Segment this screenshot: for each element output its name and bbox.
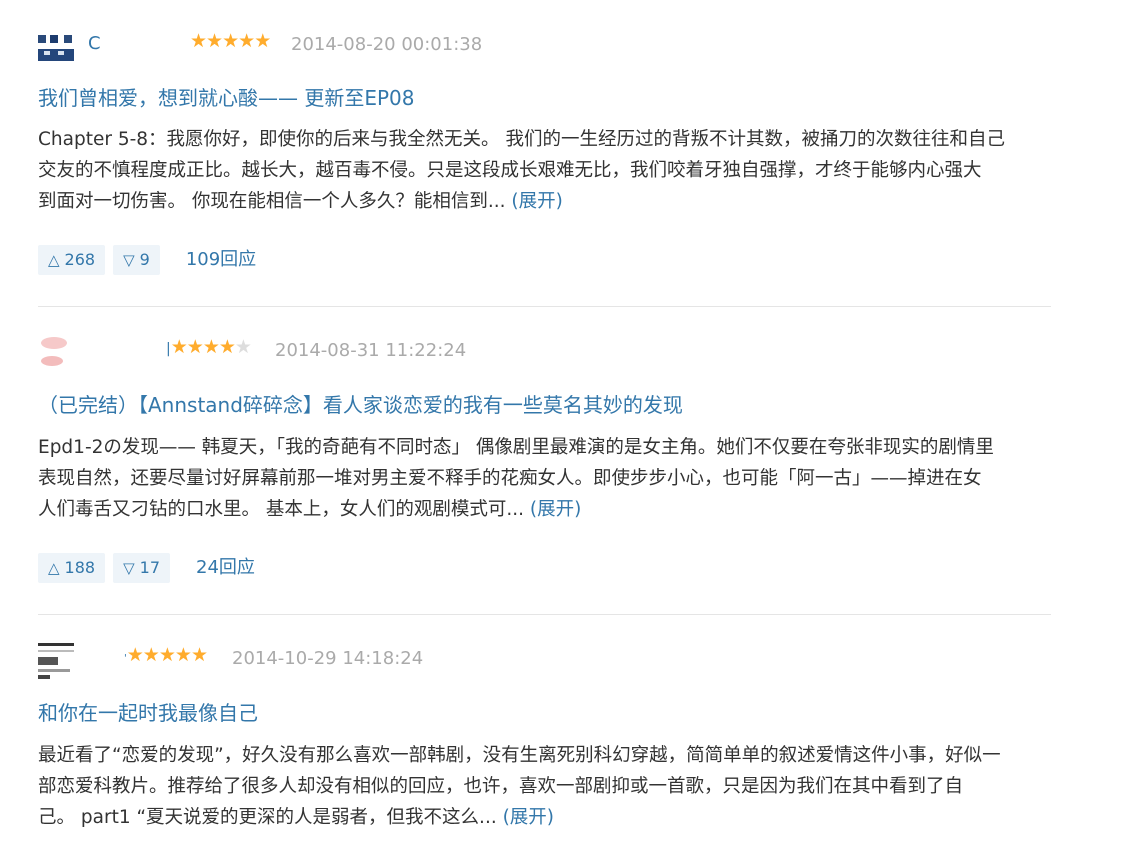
excerpt-line: 最近看了“恋爱的发现”，好久没有那么喜欢一部韩剧，没有生离死别科幻穿越，简简单单… — [38, 745, 1001, 766]
divider — [38, 614, 1051, 615]
excerpt-text: 人们毒舌又刁钻的口水里。 基本上，女人们的观剧模式可... — [38, 499, 525, 520]
thumbs-down-triangle-icon: ▽ — [123, 559, 135, 577]
review-title[interactable]: （已完结）【Annstand碎碎念】看人家谈恋爱的我有一些莫名其妙的发现 — [38, 389, 683, 418]
excerpt-text: 到面对一切伤害。 你现在能相信一个人多久？能相信到... — [38, 191, 506, 212]
star-icon: ★ — [218, 336, 236, 358]
review-excerpt: Chapter 5-8：我愿你好，即使你的后来与我全然无关。 我们的一生经历过的… — [38, 124, 1051, 217]
thumbs-up-triangle-icon: △ — [48, 559, 60, 577]
useless-count: 9 — [139, 250, 150, 269]
review-date: 2014-10-29 14:18:24 — [232, 648, 424, 669]
useful-button[interactable]: △ 188 — [38, 553, 106, 583]
review-excerpt: Epd1-2の发现—— 韩夏天，「我的奇葩有不同时态」 偶像剧里最难演的是女主角… — [38, 432, 1051, 525]
expand-link[interactable]: (展开) — [530, 499, 581, 520]
useless-button[interactable]: ▽ 17 — [113, 553, 170, 583]
useful-count: 188 — [64, 558, 96, 577]
star-icon: ★ — [186, 336, 204, 358]
excerpt-line-last: 人们毒舌又刁钻的口水里。 基本上，女人们的观剧模式可... (展开) — [38, 494, 1051, 525]
username[interactable]: C — [88, 33, 101, 54]
excerpt-line: 表现自然，还要尽量讨好屏幕前那一堆对男主爱不释手的花痴女人。即使步步小心，也可能… — [38, 468, 982, 489]
star-icon: ★ — [158, 644, 176, 666]
thumbs-up-triangle-icon: △ — [48, 251, 60, 269]
useful-button[interactable]: △ 268 — [38, 245, 106, 275]
useless-count: 17 — [139, 558, 160, 577]
excerpt-line-last: 己。 part1 “夏天说爱的更深的人是弱者，但我不这么... (展开) — [38, 802, 1051, 833]
thumbs-down-triangle-icon: ▽ — [123, 251, 135, 269]
star-empty-icon: ★ — [234, 336, 252, 358]
review-item: |★★★★★ 2014-08-31 11:22:24 （已完结）【Annstan… — [38, 333, 1051, 583]
excerpt-line-last: 到面对一切伤害。 你现在能相信一个人多久？能相信到... (展开) — [38, 186, 1051, 217]
review-excerpt: 最近看了“恋爱的发现”，好久没有那么喜欢一部韩剧，没有生离死别科幻穿越，简简单单… — [38, 740, 1051, 833]
useful-count: 268 — [64, 250, 96, 269]
review-actions: △ 268 ▽ 9 109回应 — [38, 245, 256, 275]
star-icon: ★ — [170, 336, 188, 358]
rating-stars: ★★★★★ — [190, 30, 271, 52]
avatar[interactable] — [38, 641, 78, 681]
star-icon: ★ — [206, 30, 223, 52]
replies-link[interactable]: 24回应 — [196, 553, 255, 583]
rating-stars: '★★★★★ — [124, 644, 208, 666]
expand-link[interactable]: (展开) — [503, 807, 554, 828]
star-icon: ★ — [142, 644, 160, 666]
excerpt-line: Epd1-2の发现—— 韩夏天，「我的奇葩有不同时态」 偶像剧里最难演的是女主角… — [38, 437, 994, 458]
expand-link[interactable]: (展开) — [511, 191, 562, 212]
star-icon: ★ — [254, 30, 271, 52]
excerpt-line: Chapter 5-8：我愿你好，即使你的后来与我全然无关。 我们的一生经历过的… — [38, 129, 1005, 150]
review-title[interactable]: 我们曾相爱，想到就心酸—— 更新至EP08 — [38, 82, 415, 111]
star-icon: ★ — [190, 644, 208, 666]
star-icon: ★ — [202, 336, 220, 358]
star-icon: ★ — [174, 644, 192, 666]
excerpt-line: 部恋爱科教片。推荐给了很多人却没有相似的回应，也许，喜欢一部剧抑或一首歌，只是因… — [38, 776, 964, 797]
review-title[interactable]: 和你在一起时我最像自己 — [38, 697, 258, 726]
review-date: 2014-08-20 00:01:38 — [291, 34, 483, 55]
star-icon: ★ — [190, 30, 207, 52]
excerpt-line: 交友的不慎程度成正比。越长大，越百毒不侵。只是这段成长艰难无比，我们咬着牙独自强… — [38, 160, 982, 181]
review-item: '★★★★★ 2014-10-29 14:18:24 和你在一起时我最像自己 最… — [38, 641, 1051, 828]
useless-button[interactable]: ▽ 9 — [113, 245, 160, 275]
review-actions: △ 188 ▽ 17 24回应 — [38, 553, 255, 583]
replies-link[interactable]: 109回应 — [186, 245, 256, 275]
review-header: C ★★★★★ 2014-08-20 00:01:38 — [38, 27, 1051, 67]
excerpt-text: 己。 part1 “夏天说爱的更深的人是弱者，但我不这么... — [38, 807, 497, 828]
star-icon: ★ — [238, 30, 255, 52]
rating-stars: |★★★★★ — [166, 336, 252, 358]
review-date: 2014-08-31 11:22:24 — [275, 340, 467, 361]
star-icon: ★ — [126, 644, 144, 666]
star-icon: ★ — [222, 30, 239, 52]
avatar[interactable] — [38, 333, 78, 373]
divider — [38, 306, 1051, 307]
review-header: '★★★★★ 2014-10-29 14:18:24 — [38, 641, 1051, 681]
avatar[interactable] — [38, 27, 78, 67]
review-item: C ★★★★★ 2014-08-20 00:01:38 我们曾相爱，想到就心酸—… — [38, 27, 1051, 275]
review-header: |★★★★★ 2014-08-31 11:22:24 — [38, 333, 1051, 373]
